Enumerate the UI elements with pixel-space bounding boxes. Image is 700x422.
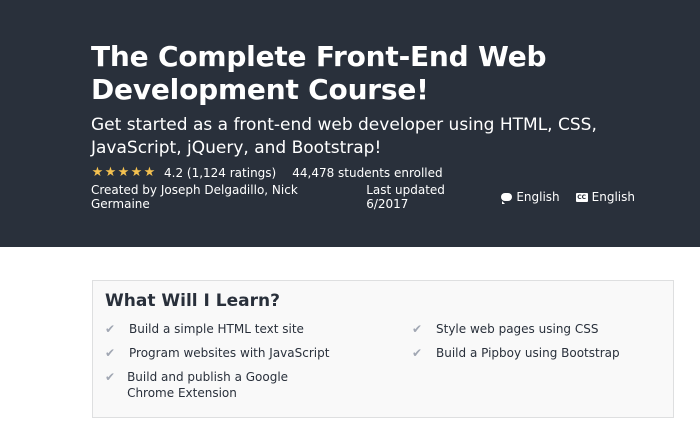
course-language: English <box>501 190 560 204</box>
ratings-row: ★ ★ ★ ★ ★ 4.2 (1,124 ratings) 44,478 stu… <box>91 164 651 182</box>
star-icon: ★ <box>104 165 117 180</box>
course-captions: CC English <box>575 190 635 204</box>
list-item: ✔ Build and publish a Google Chrome Exte… <box>105 369 335 401</box>
enrolled-count: 44,478 students enrolled <box>292 166 443 180</box>
star-icon: ★ <box>130 165 143 180</box>
course-header-content: The Complete Front-End Web Development C… <box>91 40 651 211</box>
learn-item-text: Build a Pipboy using Bootstrap <box>436 346 620 360</box>
learn-column-right: ✔ Style web pages using CSS ✔ Build a Pi… <box>412 321 662 369</box>
star-icon: ★ <box>143 165 156 180</box>
checkmark-icon: ✔ <box>412 322 423 336</box>
course-header: The Complete Front-End Web Development C… <box>0 0 700 247</box>
list-item: ✔ Build a simple HTML text site <box>105 321 355 337</box>
course-meta: Created by Joseph Delgadillo, Nick Germa… <box>91 183 651 211</box>
captions-label: English <box>591 190 635 204</box>
star-icon: ★ <box>117 165 130 180</box>
created-by[interactable]: Created by Joseph Delgadillo, Nick Germa… <box>91 183 348 211</box>
learn-heading: What Will I Learn? <box>105 291 280 311</box>
list-item: ✔ Program websites with JavaScript <box>105 345 355 361</box>
learn-item-text: Style web pages using CSS <box>436 322 599 336</box>
checkmark-icon: ✔ <box>105 346 116 360</box>
course-title: The Complete Front-End Web Development C… <box>91 40 547 106</box>
list-item: ✔ Style web pages using CSS <box>412 321 662 337</box>
last-updated: Last updated 6/2017 <box>366 183 445 211</box>
learn-item-text: Program websites with JavaScript <box>129 346 330 360</box>
rating-text[interactable]: 4.2 (1,124 ratings) <box>164 166 276 180</box>
checkmark-icon: ✔ <box>412 346 423 360</box>
what-will-i-learn: What Will I Learn? ✔ Build a simple HTML… <box>92 280 674 418</box>
list-item: ✔ Build a Pipboy using Bootstrap <box>412 345 662 361</box>
checkmark-icon: ✔ <box>105 370 116 384</box>
speech-bubble-icon <box>501 193 513 204</box>
learn-item-text: Build and publish a Google Chrome Extens… <box>127 370 289 400</box>
checkmark-icon: ✔ <box>105 322 116 336</box>
closed-captions-icon: CC <box>575 192 588 202</box>
learn-column-left: ✔ Build a simple HTML text site ✔ Progra… <box>105 321 355 409</box>
language-label: English <box>516 190 560 204</box>
course-subtitle: Get started as a front-end web developer… <box>91 115 597 158</box>
learn-item-text: Build a simple HTML text site <box>129 322 304 336</box>
star-rating: ★ ★ ★ ★ ★ <box>91 166 156 180</box>
star-icon: ★ <box>91 165 104 180</box>
